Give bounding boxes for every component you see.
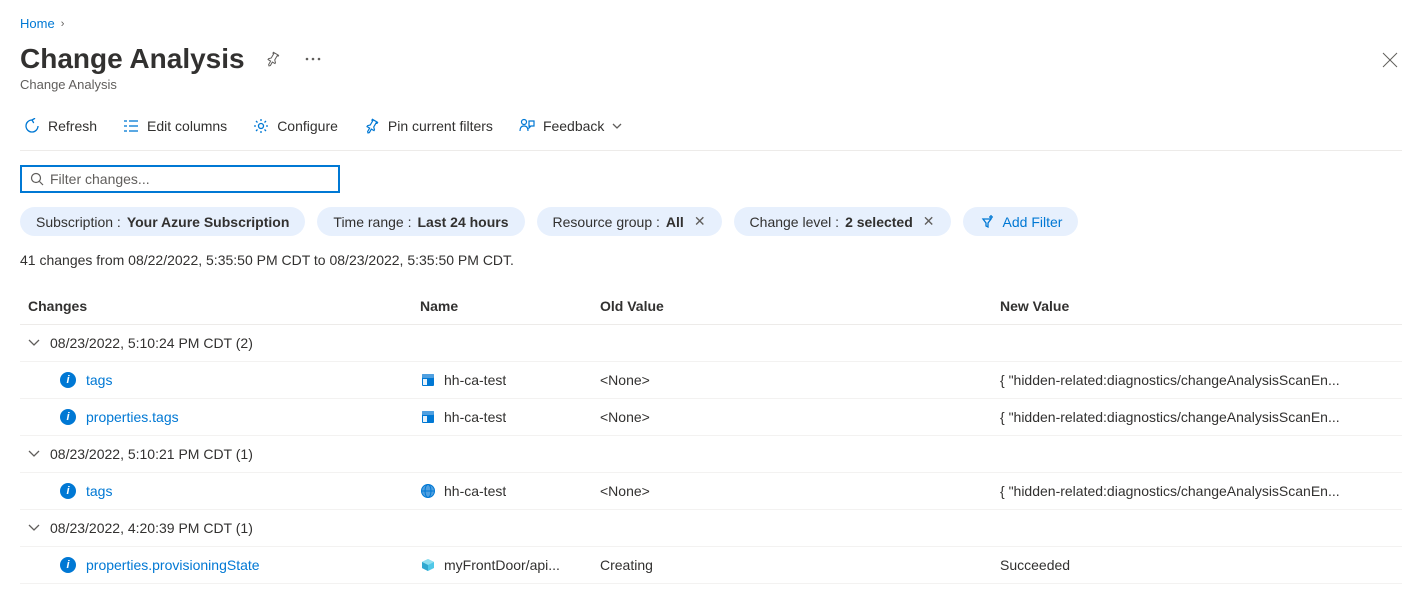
resource-name: hh-ca-test — [444, 409, 506, 425]
pill-resource-group[interactable]: Resource group : All ✕ — [537, 207, 722, 236]
col-header-changes[interactable]: Changes — [20, 298, 420, 314]
change-link[interactable]: properties.tags — [86, 409, 179, 425]
close-button[interactable] — [1382, 52, 1398, 68]
title-row: Change Analysis — [20, 43, 1402, 75]
col-header-new[interactable]: New Value — [1000, 298, 1402, 314]
group-header-label: 08/23/2022, 4:20:39 PM CDT (1) — [50, 520, 253, 536]
resource-name: hh-ca-test — [444, 372, 506, 388]
table-header: Changes Name Old Value New Value — [20, 288, 1402, 325]
filter-pills: Subscription : Your Azure Subscription T… — [20, 207, 1402, 236]
table-row[interactable]: i properties.tags hh-ca-test <None> { "h… — [20, 399, 1402, 436]
group-header-label: 08/23/2022, 5:10:21 PM CDT (1) — [50, 446, 253, 462]
table-row[interactable]: i tags hh-ca-test <None> { "hidden-relat… — [20, 362, 1402, 399]
filter-input[interactable] — [50, 171, 330, 187]
group-header-label: 08/23/2022, 5:10:24 PM CDT (2) — [50, 335, 253, 351]
search-icon — [30, 172, 44, 186]
resource-icon — [420, 372, 436, 388]
chevron-down-icon — [612, 123, 622, 129]
status-text: 41 changes from 08/22/2022, 5:35:50 PM C… — [20, 252, 1402, 268]
old-value: <None> — [600, 483, 1000, 499]
remove-filter-icon[interactable]: ✕ — [923, 213, 935, 230]
page-subtitle: Change Analysis — [20, 77, 1402, 92]
gear-icon — [253, 118, 269, 134]
edit-columns-button[interactable]: Edit columns — [119, 116, 231, 136]
more-icon — [305, 57, 321, 61]
more-button[interactable] — [301, 53, 325, 65]
pin-icon — [265, 51, 281, 67]
change-link[interactable]: tags — [86, 372, 112, 388]
pill-change-level[interactable]: Change level : 2 selected ✕ — [734, 207, 951, 236]
chevron-down-icon — [28, 450, 40, 458]
chevron-right-icon: › — [61, 18, 65, 30]
feedback-icon — [519, 118, 535, 134]
chevron-down-icon — [28, 339, 40, 347]
resource-name: hh-ca-test — [444, 483, 506, 499]
change-link[interactable]: tags — [86, 483, 112, 499]
changes-table: Changes Name Old Value New Value 08/23/2… — [20, 288, 1402, 584]
pill-subscription[interactable]: Subscription : Your Azure Subscription — [20, 207, 305, 236]
chevron-down-icon — [28, 524, 40, 532]
toolbar: Refresh Edit columns Configure Pin curre… — [20, 110, 1402, 151]
resource-icon — [420, 557, 436, 573]
info-icon: i — [60, 409, 76, 425]
info-icon: i — [60, 483, 76, 499]
breadcrumb: Home › — [20, 16, 1402, 31]
info-icon: i — [60, 557, 76, 573]
refresh-button[interactable]: Refresh — [20, 116, 101, 136]
pin-button[interactable] — [261, 47, 285, 71]
col-header-old[interactable]: Old Value — [600, 298, 1000, 314]
new-value: Succeeded — [1000, 557, 1402, 573]
new-value: { "hidden-related:diagnostics/changeAnal… — [1000, 372, 1402, 388]
old-value: Creating — [600, 557, 1000, 573]
group-row[interactable]: 08/23/2022, 4:20:39 PM CDT (1) — [20, 510, 1402, 547]
page-title: Change Analysis — [20, 43, 245, 75]
feedback-button[interactable]: Feedback — [515, 116, 626, 136]
old-value: <None> — [600, 372, 1000, 388]
filter-input-container[interactable] — [20, 165, 340, 193]
group-row[interactable]: 08/23/2022, 5:10:24 PM CDT (2) — [20, 325, 1402, 362]
new-value: { "hidden-related:diagnostics/changeAnal… — [1000, 409, 1402, 425]
resource-icon — [420, 483, 436, 499]
table-row[interactable]: i properties.provisioningState myFrontDo… — [20, 547, 1402, 584]
pin-filters-button[interactable]: Pin current filters — [360, 116, 497, 136]
new-value: { "hidden-related:diagnostics/changeAnal… — [1000, 483, 1402, 499]
info-icon: i — [60, 372, 76, 388]
resource-icon — [420, 409, 436, 425]
table-row[interactable]: i tags hh-ca-test <None> { "hidden-relat… — [20, 473, 1402, 510]
add-filter-icon — [979, 214, 995, 230]
pill-time-range[interactable]: Time range : Last 24 hours — [317, 207, 524, 236]
old-value: <None> — [600, 409, 1000, 425]
change-link[interactable]: properties.provisioningState — [86, 557, 260, 573]
close-icon — [1382, 52, 1398, 68]
remove-filter-icon[interactable]: ✕ — [694, 213, 706, 230]
configure-button[interactable]: Configure — [249, 116, 342, 136]
resource-name: myFrontDoor/api... — [444, 557, 560, 573]
refresh-icon — [24, 118, 40, 134]
pin-filters-icon — [364, 118, 380, 134]
group-row[interactable]: 08/23/2022, 5:10:21 PM CDT (1) — [20, 436, 1402, 473]
add-filter-button[interactable]: Add Filter — [963, 207, 1079, 236]
columns-icon — [123, 118, 139, 134]
breadcrumb-home[interactable]: Home — [20, 16, 55, 31]
col-header-name[interactable]: Name — [420, 298, 600, 314]
